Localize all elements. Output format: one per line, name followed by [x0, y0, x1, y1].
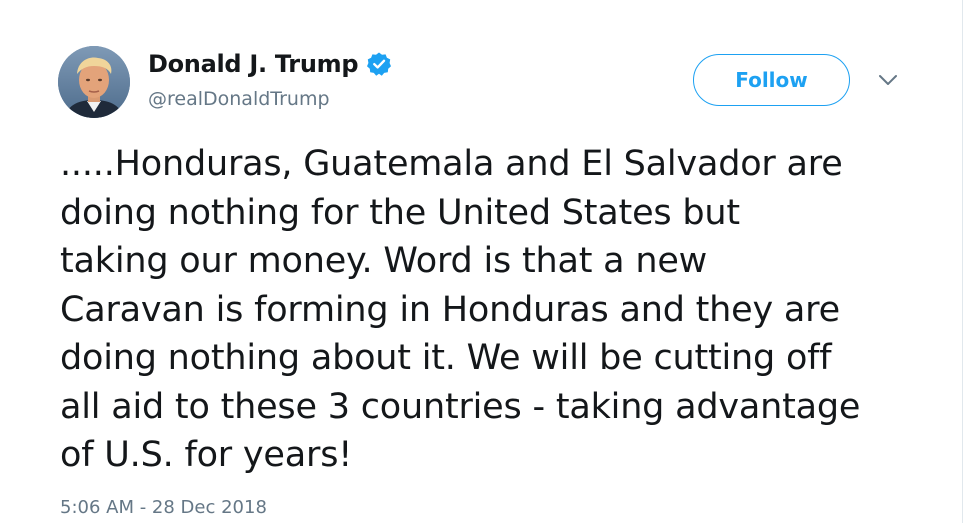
avatar-image: [58, 46, 130, 118]
tweet-timestamp[interactable]: 5:06 AM - 28 Dec 2018: [60, 497, 267, 518]
author-handle[interactable]: @realDonaldTrump: [148, 88, 330, 110]
tweet-text-line: .....Honduras, Guatemala and El Salvador…: [60, 144, 843, 184]
tweet-text-line: all aid to these 3 countries - taking ad…: [60, 386, 861, 427]
author-display-name[interactable]: Donald J. Trump: [148, 50, 359, 78]
follow-button[interactable]: Follow: [693, 54, 850, 106]
tweet-card: Donald J. Trump @realDonaldTrump Follow …: [0, 0, 963, 523]
tweet-text-line: doing nothing for the United States but: [60, 192, 740, 233]
chevron-down-icon[interactable]: [876, 70, 900, 90]
author-name-row: Donald J. Trump: [148, 50, 392, 78]
tweet-text: .....Honduras, Guatemala and El Salvador…: [60, 140, 940, 480]
tweet-text-line: taking our money. Word is that a new: [60, 241, 708, 281]
tweet-text-line: doing nothing about it. We will be cutti…: [60, 338, 832, 378]
verified-badge-icon: [366, 51, 392, 77]
tweet-text-line: of U.S. for years!: [60, 435, 353, 475]
tweet-text-line: Caravan is forming in Honduras and they …: [60, 289, 840, 330]
avatar[interactable]: [58, 46, 130, 118]
